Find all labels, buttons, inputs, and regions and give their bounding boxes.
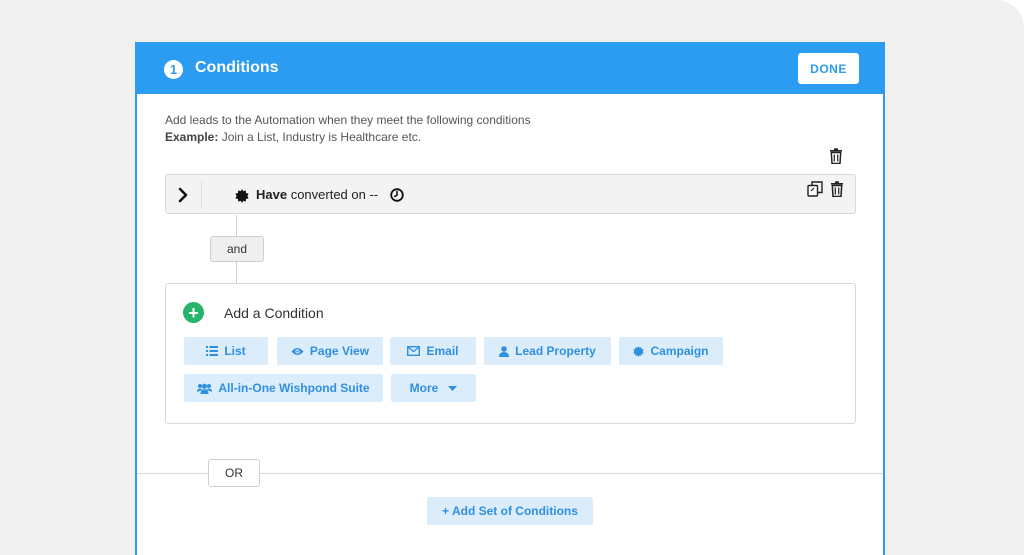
copy-icon[interactable] [807, 181, 823, 197]
chip-label: All-in-One Wishpond Suite [218, 381, 370, 395]
chip-lead-property[interactable]: Lead Property [484, 337, 611, 365]
chevron-right-icon[interactable] [176, 186, 190, 204]
chip-label: List [224, 344, 246, 358]
users-icon [197, 383, 213, 394]
description-text: Add leads to the Automation when they me… [165, 113, 531, 127]
app-background: 1 Conditions DONE Add leads to the Autom… [0, 0, 1024, 555]
clock-icon[interactable] [390, 188, 404, 202]
chip-page-view[interactable]: Page View [277, 337, 383, 365]
envelope-icon [407, 346, 421, 356]
panel-header: 1 Conditions DONE [137, 44, 883, 94]
chip-list[interactable]: List [184, 337, 268, 365]
chip-label: Lead Property [515, 344, 596, 358]
chip-all-in-one-suite[interactable]: All-in-One Wishpond Suite [184, 374, 383, 402]
list-icon [206, 346, 219, 356]
add-condition-plus-icon[interactable]: + [183, 302, 204, 323]
gear-icon [235, 189, 249, 203]
caret-down-icon [448, 385, 458, 391]
chip-label: Page View [309, 344, 370, 358]
example-line: Example: Join a List, Industry is Health… [165, 129, 531, 146]
conditions-panel: 1 Conditions DONE Add leads to the Autom… [135, 42, 885, 555]
add-condition-box: + Add a Condition List Page View Email L… [165, 283, 856, 424]
condition-description: converted on -- [287, 187, 379, 202]
chip-campaign[interactable]: Campaign [619, 337, 723, 365]
and-connector[interactable]: and [210, 236, 264, 262]
add-set-of-conditions-button[interactable]: + Add Set of Conditions [427, 497, 593, 525]
connector-line-bottom [236, 262, 237, 283]
chip-label: Campaign [650, 344, 709, 358]
condition-row[interactable]: Have converted on -- [165, 174, 856, 214]
add-condition-title: Add a Condition [224, 305, 324, 321]
chip-email[interactable]: Email [390, 337, 476, 365]
user-icon [499, 345, 510, 357]
or-connector[interactable]: OR [208, 459, 260, 487]
done-button[interactable]: DONE [798, 53, 859, 84]
delete-set-trash-icon[interactable] [829, 148, 843, 164]
example-text: Join a List, Industry is Healthcare etc. [218, 130, 422, 144]
condition-keyword: Have [256, 187, 288, 202]
chip-label: Email [426, 344, 459, 358]
gear-icon [633, 345, 645, 357]
eye-icon [291, 347, 304, 355]
step-badge: 1 [164, 60, 183, 79]
description: Add leads to the Automation when they me… [165, 112, 531, 146]
chip-label: More [409, 381, 439, 395]
connector-line-top [236, 215, 237, 236]
panel-title: Conditions [195, 59, 279, 76]
example-label: Example: [165, 130, 219, 144]
row-divider [201, 181, 202, 209]
more-dropdown-button[interactable]: More [391, 374, 476, 402]
trash-icon[interactable] [830, 181, 844, 197]
condition-text: Have converted on -- [256, 187, 378, 202]
